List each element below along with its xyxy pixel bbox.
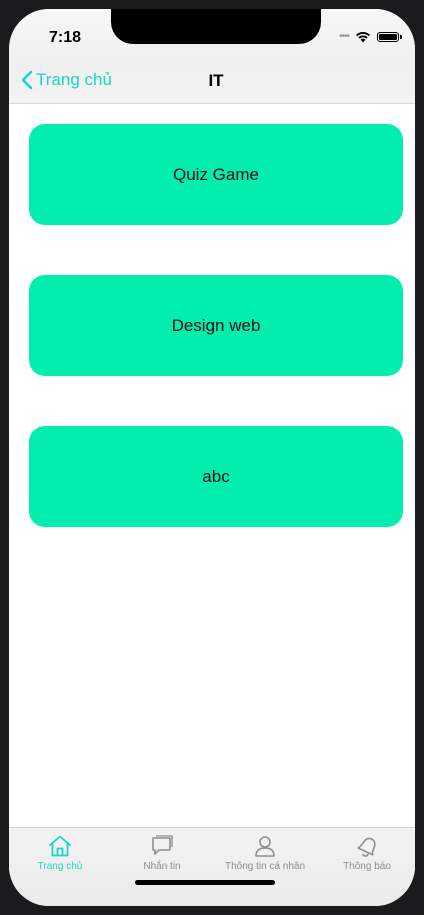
home-icon	[49, 835, 71, 857]
cellular-signal-icon: ••••	[338, 31, 350, 42]
notch	[111, 9, 321, 44]
card-label: Quiz Game	[173, 164, 259, 184]
status-time: 7:18	[49, 29, 82, 46]
tab-messages-label: Nhắn tin	[143, 861, 181, 872]
battery-icon	[377, 32, 402, 42]
device-frame: 7:18 •••• Trang chủ IT Quiz Game Design …	[0, 0, 424, 915]
tab-notifications[interactable]: Thông báo	[316, 834, 415, 872]
page-title: IT	[208, 71, 224, 90]
category-card-abc[interactable]: abc	[29, 426, 403, 527]
chat-icon	[152, 835, 173, 855]
tab-profile-label: Thông tin cá nhân	[224, 861, 306, 872]
profile-icon	[255, 836, 275, 857]
top-bar: 7:18 •••• Trang chủ IT	[9, 9, 415, 104]
category-card-design-web[interactable]: Design web	[29, 275, 403, 376]
tab-home-label: Trang chủ	[37, 861, 83, 872]
tab-notifications-label: Thông báo	[343, 861, 391, 872]
screen: 7:18 •••• Trang chủ IT Quiz Game Design …	[9, 9, 415, 906]
category-card-quiz-game[interactable]: Quiz Game	[29, 124, 403, 225]
wifi-icon	[356, 32, 370, 43]
tab-home[interactable]: Trang chủ	[9, 834, 111, 872]
tab-profile[interactable]: Thông tin cá nhân	[214, 834, 316, 872]
tab-bar: Trang chủ Nhắn tin Thông tin cá nhân Thô…	[9, 827, 415, 906]
tab-messages[interactable]: Nhắn tin	[111, 834, 213, 872]
bell-icon	[357, 837, 376, 857]
status-icons: ••••	[338, 31, 402, 43]
card-label: Design web	[171, 315, 261, 335]
home-indicator[interactable]	[135, 880, 275, 885]
card-label: abc	[202, 466, 230, 486]
